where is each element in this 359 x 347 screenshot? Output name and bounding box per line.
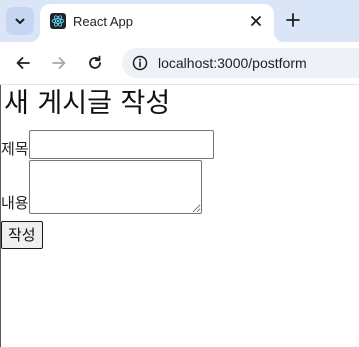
page-content: 새 게시글 작성 제목 내용 작성 <box>0 85 359 347</box>
content-row: 내용 <box>1 160 202 214</box>
back-button[interactable] <box>11 51 35 75</box>
title-label: 제목 <box>1 140 29 158</box>
browser-toolbar: localhost:3000/postform <box>0 42 359 85</box>
reload-icon <box>89 55 101 69</box>
chevron-down-icon <box>15 18 25 24</box>
content-label: 내용 <box>1 194 29 212</box>
forward-button[interactable] <box>47 51 71 75</box>
tab-title: React App <box>73 14 133 29</box>
arrow-left-icon <box>16 57 30 69</box>
page-title: 새 게시글 작성 <box>4 88 171 119</box>
tab-strip: React App <box>0 0 359 42</box>
browser-window: React App localhost:3000/postform 새 게시글 … <box>0 0 359 347</box>
new-tab-button[interactable] <box>282 9 304 31</box>
address-bar[interactable]: localhost:3000/postform <box>122 48 359 78</box>
tab-react-app[interactable]: React App <box>40 4 274 42</box>
title-row: 제목 <box>1 130 214 159</box>
content-textarea[interactable] <box>28 160 202 214</box>
url-text: localhost:3000/postform <box>158 55 307 71</box>
react-logo-icon <box>50 13 66 29</box>
submit-button[interactable]: 작성 <box>1 221 43 249</box>
arrow-right-icon <box>52 57 66 69</box>
tab-search-button[interactable] <box>6 7 34 35</box>
title-input[interactable] <box>28 130 214 159</box>
reload-button[interactable] <box>83 51 107 75</box>
tab-close-button[interactable] <box>247 12 265 30</box>
info-icon <box>132 55 148 71</box>
close-icon <box>251 16 261 26</box>
site-info-button[interactable] <box>128 51 152 75</box>
plus-icon <box>286 13 300 27</box>
